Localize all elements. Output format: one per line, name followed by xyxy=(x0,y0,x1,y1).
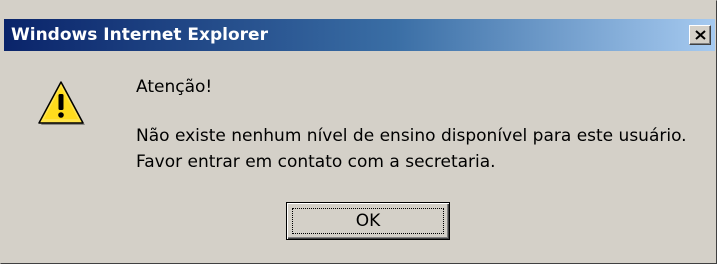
alert-dialog: Windows Internet Explorer Atenção! Não e… xyxy=(0,0,717,264)
close-icon xyxy=(695,30,706,40)
ok-button[interactable]: OK xyxy=(286,202,450,240)
ok-button-label: OK xyxy=(292,208,444,234)
title-bar[interactable]: Windows Internet Explorer xyxy=(4,19,715,51)
dialog-heading: Atenção! xyxy=(136,77,213,97)
close-button[interactable] xyxy=(689,25,711,45)
message-line-2: Favor entrar em contato com a secretaria… xyxy=(136,152,496,172)
dialog-message: Não existe nenhum nível de ensino dispon… xyxy=(136,123,687,175)
warning-icon xyxy=(38,81,85,125)
message-line-1: Não existe nenhum nível de ensino dispon… xyxy=(136,126,687,146)
window-title: Windows Internet Explorer xyxy=(11,25,268,45)
